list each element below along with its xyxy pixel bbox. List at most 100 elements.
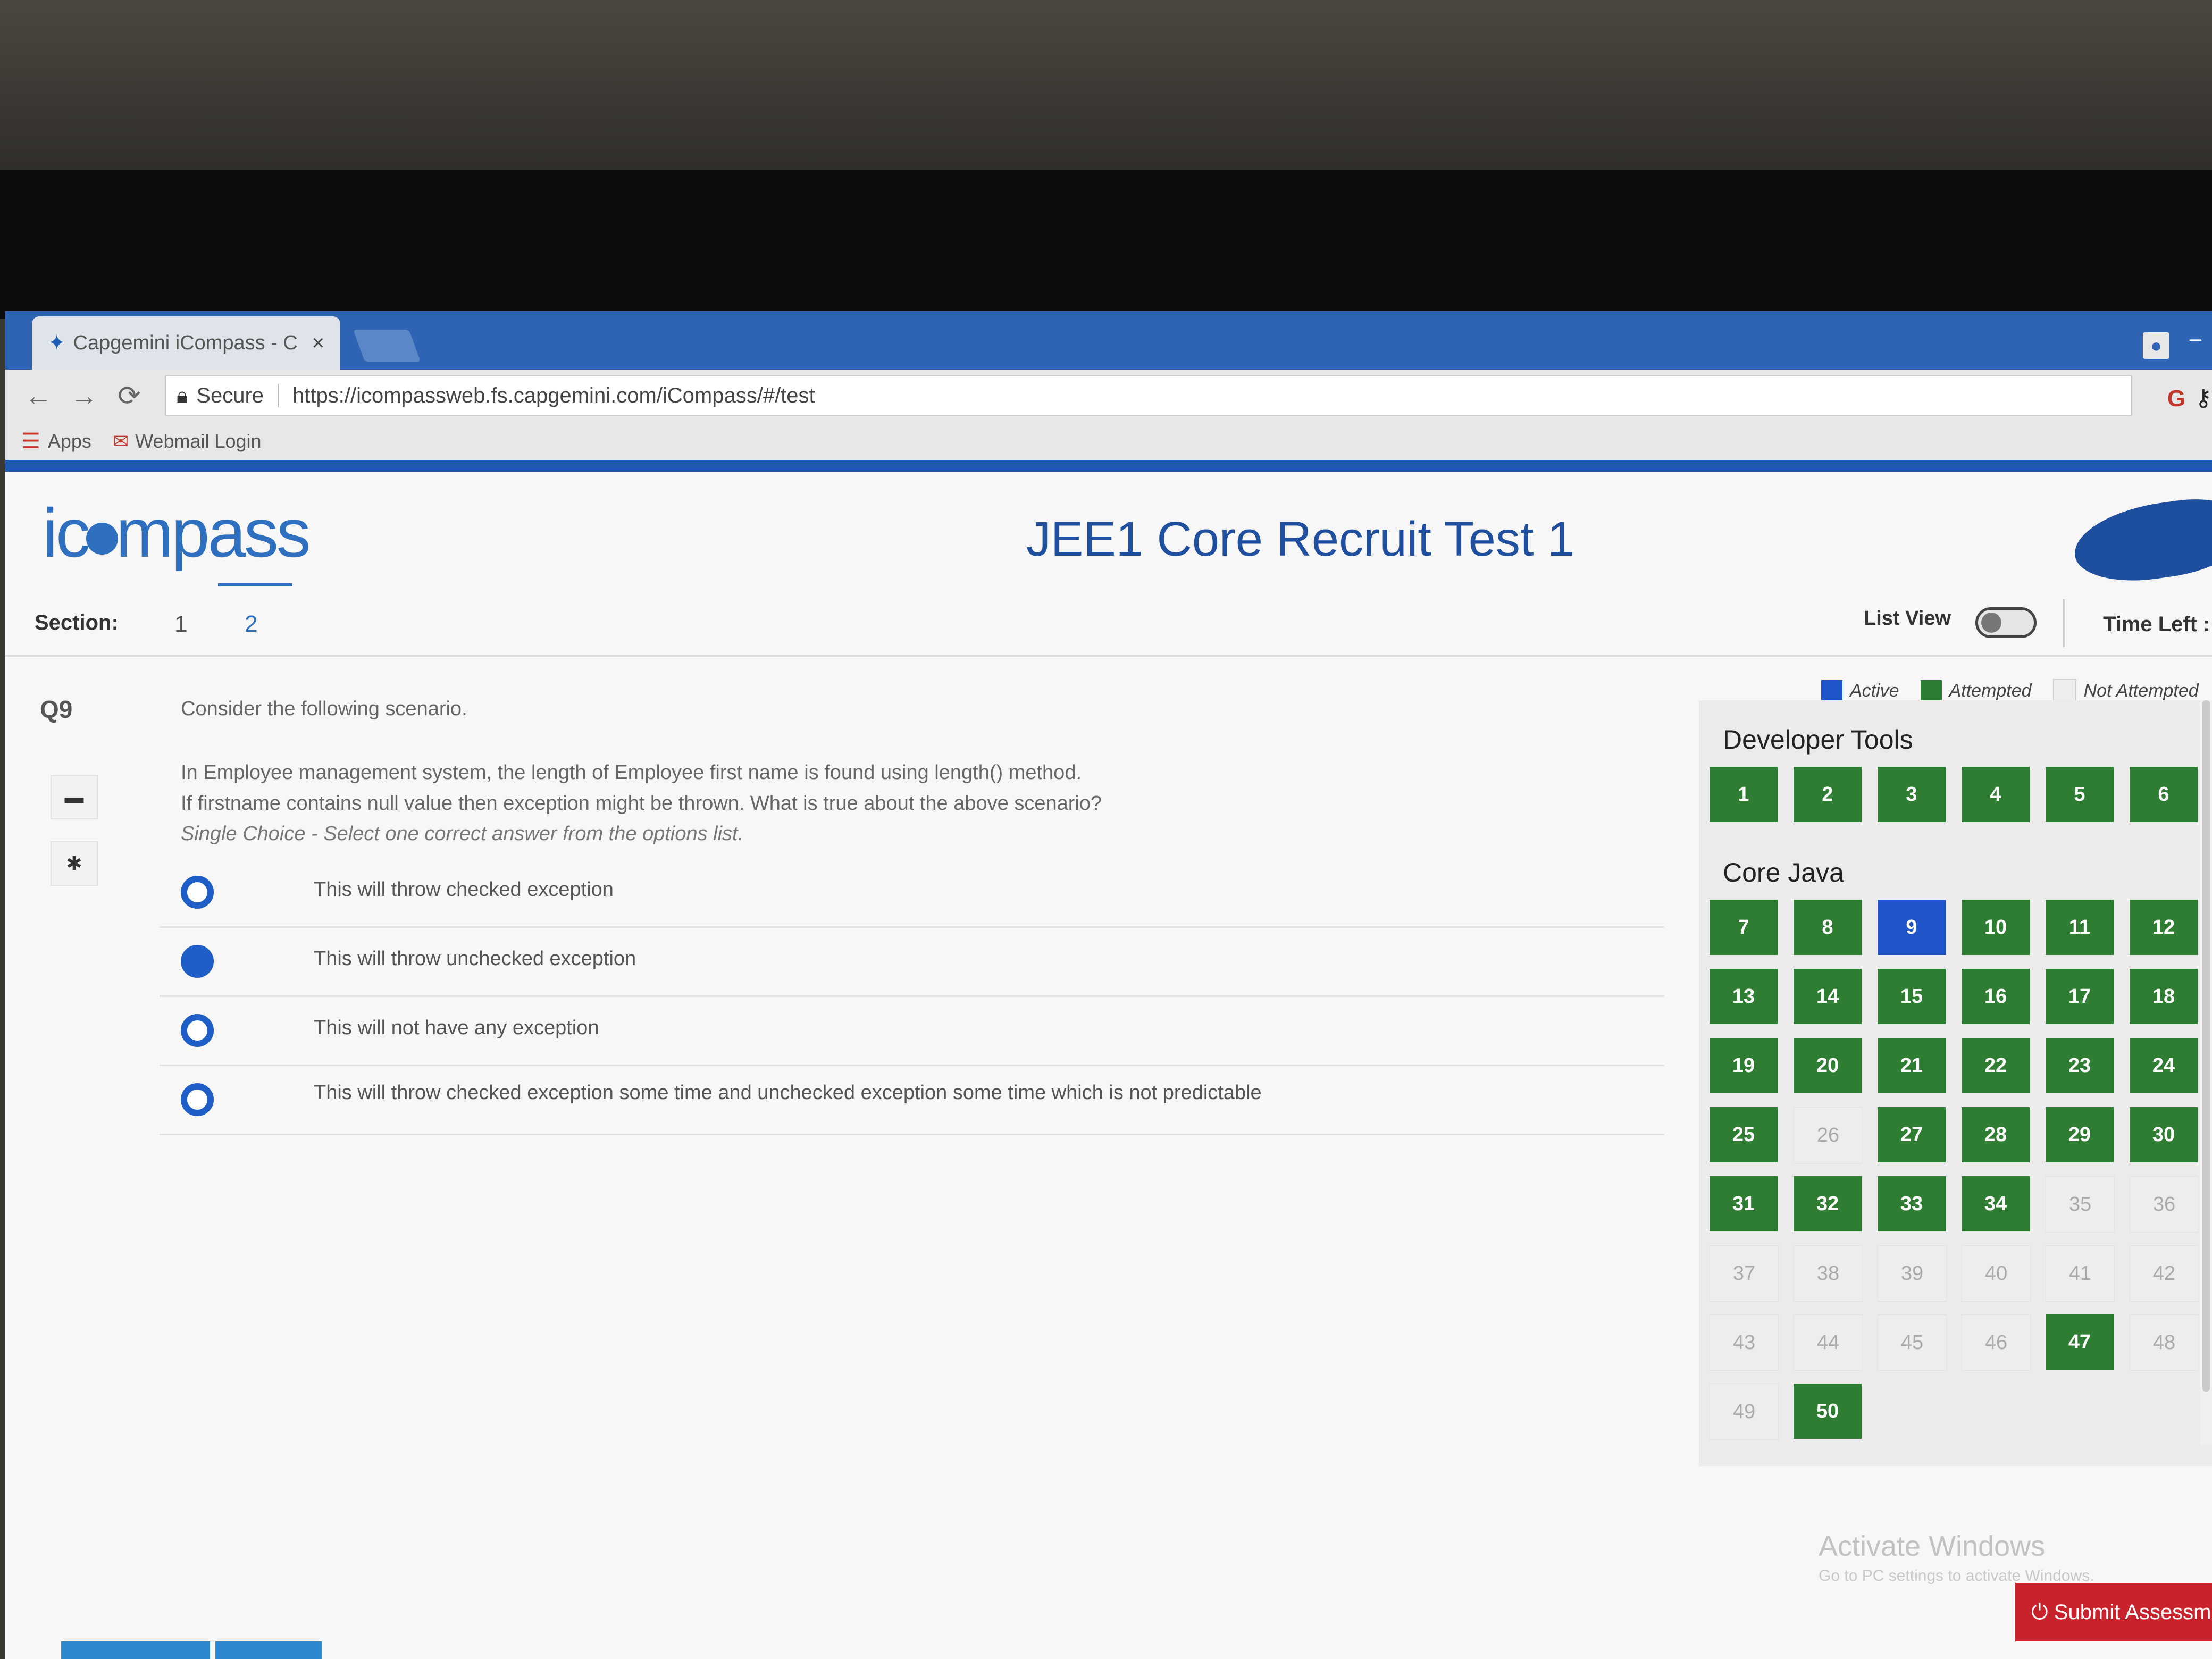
question-button-13[interactable]: 13 (1710, 969, 1778, 1024)
question-button-39[interactable]: 39 (1878, 1245, 1947, 1302)
question-button-7[interactable]: 7 (1710, 900, 1778, 955)
question-button-15[interactable]: 15 (1878, 969, 1946, 1024)
question-button-48[interactable]: 48 (2130, 1314, 2199, 1371)
close-tab-icon[interactable]: × (312, 331, 324, 355)
url-text: https://icompassweb.fs.capgemini.com/iCo… (292, 383, 815, 407)
legend-not-attempted-swatch (2052, 679, 2076, 702)
question-button-22[interactable]: 22 (1962, 1038, 2030, 1093)
question-button-38[interactable]: 38 (1794, 1245, 1863, 1302)
previous-button[interactable] (61, 1641, 210, 1659)
option-radio-selected[interactable] (181, 945, 214, 978)
tab-title: Capgemini iCompass - C (73, 331, 298, 354)
question-button-8[interactable]: 8 (1794, 900, 1862, 955)
tab-section-2[interactable]: 2 (217, 583, 294, 638)
address-bar[interactable]: 🔒︎ Secure https://icompassweb.fs.capgemi… (165, 375, 2132, 416)
question-button-37[interactable]: 37 (1710, 1245, 1779, 1302)
question-button-32[interactable]: 32 (1794, 1176, 1862, 1231)
section-bar: Section: 1 2 List View Time Left : (5, 583, 2212, 657)
question-button-5[interactable]: 5 (2046, 767, 2114, 822)
question-button-50[interactable]: 50 (1794, 1384, 1862, 1439)
list-view-toggle[interactable] (1975, 607, 2037, 638)
back-icon[interactable]: ← (24, 380, 52, 412)
forward-icon[interactable]: → (70, 380, 98, 412)
question-button-36[interactable]: 36 (2130, 1176, 2199, 1233)
question-button-44[interactable]: 44 (1794, 1314, 1863, 1371)
option-row[interactable]: This will throw checked exception (160, 857, 1664, 928)
question-button-41[interactable]: 41 (2046, 1245, 2115, 1302)
new-tab-button[interactable] (353, 330, 421, 362)
question-button-31[interactable]: 31 (1710, 1176, 1778, 1231)
question-button-16[interactable]: 16 (1962, 969, 2030, 1024)
scrollbar-thumb[interactable] (2202, 700, 2210, 1392)
option-label: This will throw checked exception (314, 878, 614, 901)
browser-tab[interactable]: ✦ Capgemini iCompass - C × (32, 316, 340, 370)
question-button-47[interactable]: 47 (2046, 1314, 2114, 1370)
key-icon[interactable]: ⚷ (2195, 384, 2212, 412)
palette-scrollbar[interactable] (2200, 700, 2212, 1445)
question-button-4[interactable]: 4 (1962, 767, 2030, 822)
bookmark-question-button[interactable]: ✱ (51, 841, 98, 886)
question-button-34[interactable]: 34 (1962, 1176, 2030, 1231)
option-row[interactable]: This will throw unchecked exception (160, 926, 1664, 997)
next-button[interactable] (215, 1641, 322, 1659)
profile-icon[interactable]: ● (2143, 332, 2169, 359)
question-button-28[interactable]: 28 (1962, 1107, 2030, 1162)
reload-icon[interactable]: ⟳ (116, 380, 143, 412)
option-radio[interactable] (181, 1083, 214, 1116)
submit-assessment-button[interactable]: ⏻ Submit Assessment (2015, 1583, 2212, 1641)
question-button-23[interactable]: 23 (2046, 1038, 2114, 1093)
question-button-2[interactable]: 2 (1794, 767, 1862, 822)
option-radio[interactable] (181, 876, 214, 909)
question-button-43[interactable]: 43 (1710, 1314, 1779, 1371)
question-button-45[interactable]: 45 (1878, 1314, 1947, 1371)
question-button-11[interactable]: 11 (2046, 900, 2114, 955)
question-number: Q9 (40, 696, 73, 723)
question-button-46[interactable]: 46 (1962, 1314, 2031, 1371)
question-button-25[interactable]: 25 (1710, 1107, 1778, 1162)
question-button-3[interactable]: 3 (1878, 767, 1946, 822)
extension-g-icon[interactable]: G (2167, 386, 2185, 412)
question-button-17[interactable]: 17 (2046, 969, 2114, 1024)
legend-attempted-swatch (1920, 680, 1942, 701)
bookmark-apps[interactable]: Apps (48, 430, 91, 453)
tab-section-1[interactable]: 1 (174, 611, 187, 638)
option-label: This will not have any exception (314, 1017, 599, 1039)
bookmark-webmail[interactable]: Webmail Login (135, 430, 261, 453)
question-intro: Consider the following scenario. (181, 698, 467, 720)
question-button-6[interactable]: 6 (2130, 767, 2198, 822)
question-instruction: Single Choice - Select one correct answe… (181, 823, 744, 845)
question-button-1[interactable]: 1 (1710, 767, 1778, 822)
question-button-35[interactable]: 35 (2046, 1176, 2115, 1233)
question-button-33[interactable]: 33 (1878, 1176, 1946, 1231)
question-button-21[interactable]: 21 (1878, 1038, 1946, 1093)
question-button-12[interactable]: 12 (2130, 900, 2198, 955)
group-title-developer-tools: Developer Tools (1723, 725, 1913, 755)
question-button-26[interactable]: 26 (1794, 1107, 1863, 1163)
logo-text-right: mpass (115, 494, 311, 572)
option-radio[interactable] (181, 1014, 214, 1047)
question-button-14[interactable]: 14 (1794, 969, 1862, 1024)
logo-text-left: ic (43, 494, 90, 572)
legend-not-attempted-label: Not Attempted (2083, 680, 2199, 701)
question-button-42[interactable]: 42 (2130, 1245, 2199, 1302)
question-button-30[interactable]: 30 (2130, 1107, 2198, 1162)
question-button-29[interactable]: 29 (2046, 1107, 2114, 1162)
palette-legend: Active Attempted Not Attempted (1821, 679, 2199, 702)
option-label: This will throw unchecked exception (314, 948, 636, 970)
option-row[interactable]: This will not have any exception (160, 995, 1664, 1066)
question-button-40[interactable]: 40 (1962, 1245, 2031, 1302)
question-button-10[interactable]: 10 (1962, 900, 2030, 955)
option-label: This will throw checked exception some t… (314, 1082, 1262, 1104)
question-button-24[interactable]: 24 (2130, 1038, 2198, 1093)
question-button-9[interactable]: 9 (1878, 900, 1946, 955)
question-button-49[interactable]: 49 (1710, 1384, 1779, 1440)
collapse-button[interactable]: ▬ (51, 775, 98, 819)
site-favicon-icon: ✦ (48, 331, 66, 355)
question-button-19[interactable]: 19 (1710, 1038, 1778, 1093)
question-body-2: If firstname contains null value then ex… (181, 792, 1102, 815)
minimize-icon[interactable]: – (2190, 327, 2201, 351)
option-row[interactable]: This will throw checked exception some t… (160, 1065, 1664, 1135)
question-button-20[interactable]: 20 (1794, 1038, 1862, 1093)
question-button-18[interactable]: 18 (2130, 969, 2198, 1024)
question-button-27[interactable]: 27 (1878, 1107, 1946, 1162)
